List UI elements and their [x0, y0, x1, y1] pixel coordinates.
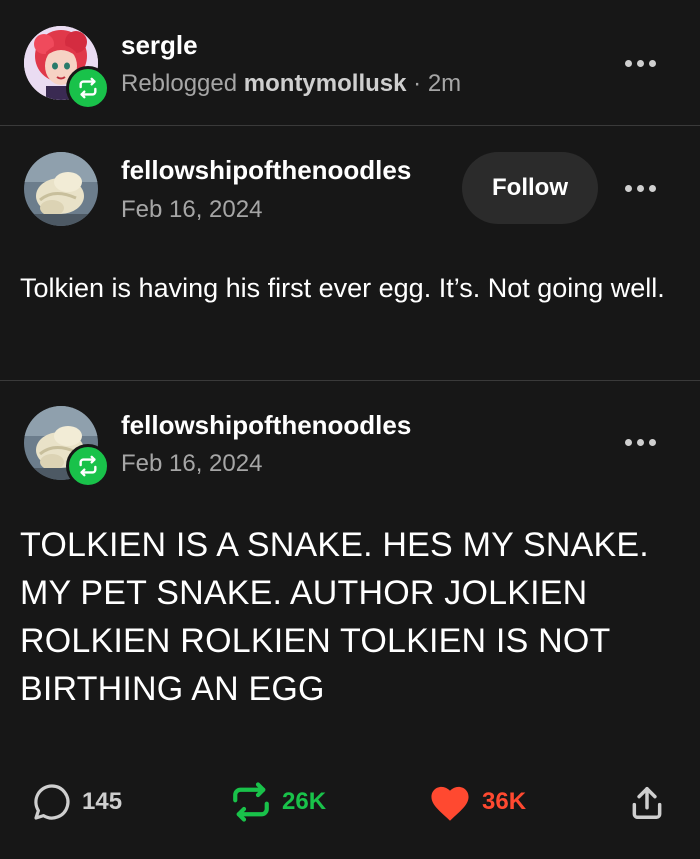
divider [0, 125, 700, 126]
reblogs-count: 26K [282, 788, 327, 815]
post1-text: Tolkien is having his first ever egg. It… [20, 273, 665, 303]
more-options-icon[interactable] [623, 58, 659, 68]
share-button[interactable] [628, 784, 666, 822]
post2-text: TOLKIEN IS A SNAKE. HES MY SNAKE. MY PET… [20, 526, 649, 708]
comments-count: 145 [82, 788, 123, 815]
comment-icon [34, 784, 70, 820]
divider [0, 380, 700, 381]
reblog-icon [233, 782, 269, 822]
reblogged-label: Reblogged [121, 70, 238, 97]
post1-username[interactable]: fellowshipofthenoodles [121, 155, 411, 186]
comments-button[interactable]: 145 [32, 782, 122, 822]
post2-date: Feb 16, 2024 [121, 450, 263, 477]
reblog-badge-icon [66, 444, 110, 488]
post1-avatar[interactable] [24, 152, 98, 226]
heart-icon [431, 786, 469, 821]
post1-date: Feb 16, 2024 [121, 196, 263, 223]
follow-button[interactable]: Follow [462, 152, 598, 224]
likes-count: 36K [482, 788, 527, 815]
reblog-info: Reblogged montymollusk · 2m [121, 70, 461, 98]
share-icon [632, 787, 662, 819]
like-button[interactable]: 36K [428, 782, 526, 822]
reblog-badge-icon [66, 66, 110, 110]
reblog-time: · 2m [413, 70, 462, 97]
reblogged-from-username[interactable]: montymollusk [244, 70, 407, 97]
more-options-icon[interactable] [623, 183, 659, 193]
more-options-icon[interactable] [623, 437, 659, 447]
post2-username[interactable]: fellowshipofthenoodles [121, 410, 411, 441]
reblog-button[interactable]: 26K [230, 781, 326, 823]
reblogger-username[interactable]: sergle [121, 30, 198, 61]
snake-avatar-icon [24, 152, 98, 226]
